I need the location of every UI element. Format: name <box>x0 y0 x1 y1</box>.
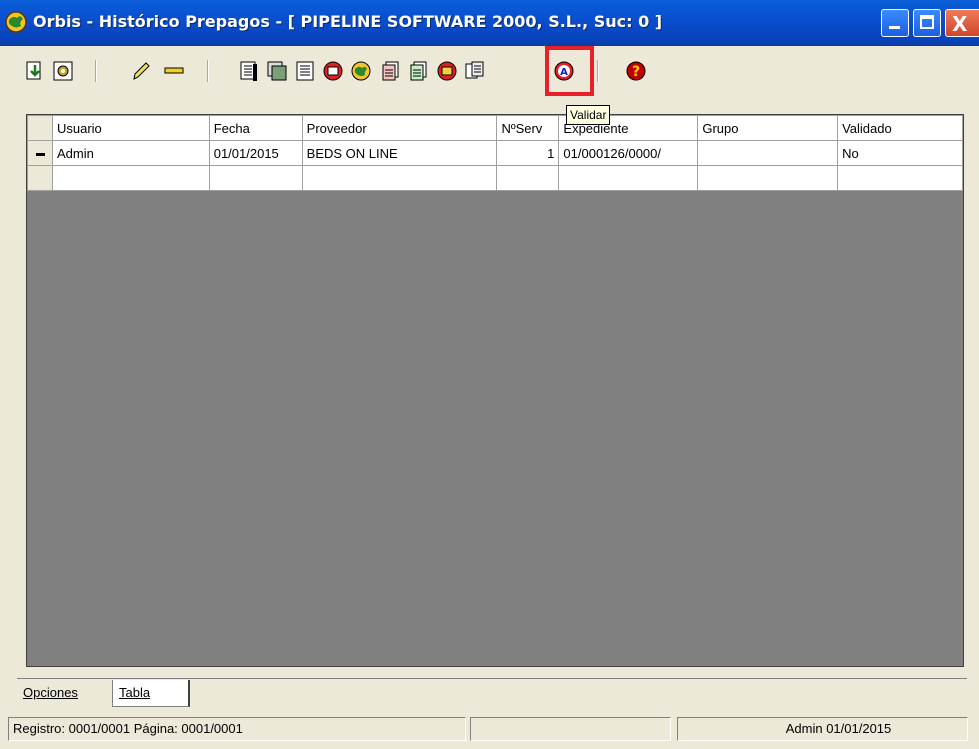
list-icon[interactable] <box>238 60 260 82</box>
toolbar-separator <box>207 60 209 82</box>
column-header-usuario[interactable]: Usuario <box>51 115 210 141</box>
row-indicator-header <box>27 115 53 141</box>
validate-highlight-box <box>545 46 594 96</box>
tab-opciones[interactable]: Opciones <box>17 680 109 707</box>
status-bar: Registro: 0001/0001 Página: 0001/0001 Ad… <box>0 713 979 741</box>
cell-validado[interactable]: No <box>837 140 963 166</box>
cell-fecha[interactable] <box>208 165 303 191</box>
settings-icon[interactable] <box>52 60 74 82</box>
pages-icon[interactable] <box>464 60 486 82</box>
svg-text:?: ? <box>632 64 640 80</box>
minimize-icon <box>889 26 900 29</box>
cell-proveedor[interactable] <box>301 165 498 191</box>
status-middle-panel <box>470 717 671 741</box>
toolbar-separator <box>597 60 599 82</box>
pencil-icon[interactable] <box>130 60 152 82</box>
cell-nserv[interactable] <box>496 165 560 191</box>
tab-tabla[interactable]: Tabla <box>112 680 190 707</box>
toolbar-separator <box>95 60 97 82</box>
cell-expediente[interactable]: 01/000126/0000/ <box>558 140 699 166</box>
tab-opciones-label: Opciones <box>23 685 78 700</box>
cell-expediente[interactable] <box>558 165 699 191</box>
copy-icon[interactable] <box>380 60 402 82</box>
cell-usuario[interactable] <box>51 165 210 191</box>
cell-proveedor[interactable]: BEDS ON LINE <box>301 140 498 166</box>
row-indicator[interactable] <box>27 165 53 191</box>
folder-icon[interactable] <box>436 60 458 82</box>
status-record-info: Registro: 0001/0001 Página: 0001/0001 <box>8 717 466 741</box>
tab-strip-line <box>17 678 967 679</box>
title-bar[interactable]: Orbis - Histórico Prepagos - [ PIPELINE … <box>0 0 979 46</box>
help-icon[interactable]: ? <box>625 60 647 82</box>
app-window: Orbis - Histórico Prepagos - [ PIPELINE … <box>0 0 979 749</box>
toolbar: A ? <box>0 46 979 100</box>
cell-grupo[interactable] <box>697 140 839 166</box>
globe-icon[interactable] <box>350 60 372 82</box>
column-header-nserv[interactable]: NºServ <box>496 115 560 141</box>
data-grid[interactable]: Usuario Fecha Proveedor NºServ Expedient… <box>26 114 964 667</box>
maximize-button[interactable] <box>913 9 941 37</box>
column-header-validado[interactable]: Validado <box>837 115 963 141</box>
minimize-button[interactable] <box>881 9 909 37</box>
cards-icon[interactable] <box>266 60 288 82</box>
row-indicator[interactable] <box>27 140 53 166</box>
table-row[interactable] <box>27 165 963 191</box>
current-row-icon <box>36 152 45 156</box>
grid-header-row: Usuario Fecha Proveedor NºServ Expedient… <box>27 115 963 141</box>
window-title: Orbis - Histórico Prepagos - [ PIPELINE … <box>33 12 663 31</box>
cell-grupo[interactable] <box>697 165 839 191</box>
column-header-fecha[interactable]: Fecha <box>208 115 303 141</box>
tab-tabla-label: Tabla <box>119 685 151 700</box>
cell-nserv[interactable]: 1 <box>496 140 560 166</box>
column-header-grupo[interactable]: Grupo <box>697 115 839 141</box>
grid-table: Usuario Fecha Proveedor NºServ Expedient… <box>27 115 963 191</box>
status-user-date: Admin 01/01/2015 <box>677 717 968 741</box>
cell-validado[interactable] <box>837 165 963 191</box>
validar-tooltip: Validar <box>566 105 611 125</box>
cell-usuario[interactable]: Admin <box>51 140 210 166</box>
maximize-icon <box>920 15 934 29</box>
table-row[interactable]: Admin 01/01/2015 BEDS ON LINE 1 01/00012… <box>27 140 963 166</box>
cell-fecha[interactable]: 01/01/2015 <box>208 140 303 166</box>
column-header-proveedor[interactable]: Proveedor <box>301 115 498 141</box>
minus-icon[interactable] <box>163 60 185 82</box>
app-logo-icon <box>5 11 27 33</box>
print-icon[interactable] <box>322 60 344 82</box>
close-button[interactable]: X <box>945 9 979 37</box>
import-icon[interactable] <box>24 60 46 82</box>
close-icon: X <box>952 12 968 36</box>
document-icon[interactable] <box>294 60 316 82</box>
copy-green-icon[interactable] <box>408 60 430 82</box>
